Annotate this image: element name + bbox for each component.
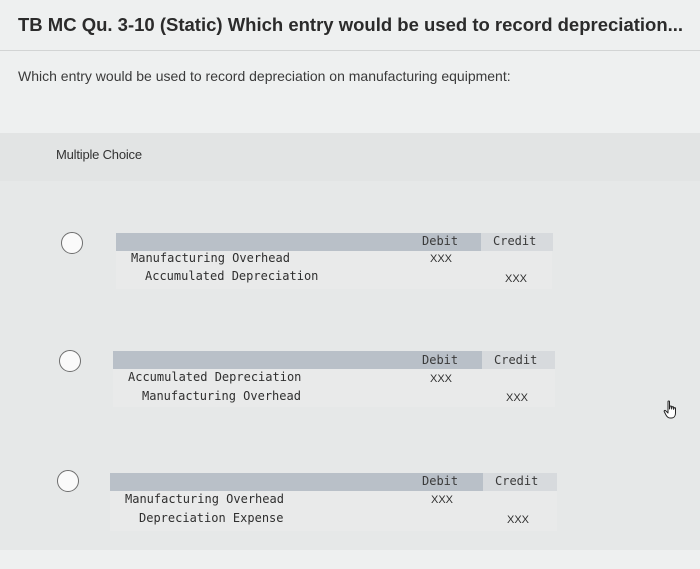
debit-header-3: Debit bbox=[422, 474, 459, 488]
entry-header-bar-1 bbox=[116, 233, 528, 251]
debit-account-1: Manufacturing Overhead bbox=[131, 251, 290, 265]
question-title: TB MC Qu. 3-10 (Static) Which entry woul… bbox=[18, 14, 684, 35]
divider bbox=[0, 50, 700, 51]
debit-account-2: Accumulated Depreciation bbox=[128, 370, 302, 384]
credit-header-2: Credit bbox=[494, 353, 538, 367]
entry-header-bar-3 bbox=[110, 473, 530, 491]
credit-header-1: Credit bbox=[493, 234, 537, 248]
debit-amount-2: XXX bbox=[430, 373, 453, 385]
credit-amount-2: XXX bbox=[506, 392, 529, 404]
choice-option-2[interactable]: Debit Credit Accumulated Depreciation XX… bbox=[0, 339, 700, 449]
credit-account-1: Accumulated Depreciation bbox=[145, 269, 319, 283]
question-text: Which entry would be used to record depr… bbox=[18, 68, 511, 84]
entry-header-bar-2 bbox=[113, 351, 530, 369]
credit-account-3: Depreciation Expense bbox=[139, 511, 284, 525]
debit-account-3: Manufacturing Overhead bbox=[125, 492, 284, 506]
radio-button-1[interactable] bbox=[61, 232, 83, 254]
multiple-choice-header: Multiple Choice bbox=[0, 133, 700, 181]
debit-header-2: Debit bbox=[422, 353, 459, 367]
debit-amount-3: XXX bbox=[431, 494, 454, 506]
credit-amount-1: XXX bbox=[505, 273, 528, 285]
hand-pointer-icon bbox=[663, 400, 676, 419]
choice-option-1[interactable]: Debit Credit Manufacturing Overhead XXX … bbox=[0, 221, 700, 331]
radio-button-2[interactable] bbox=[59, 350, 81, 372]
radio-button-3[interactable] bbox=[57, 470, 79, 492]
multiple-choice-panel: Multiple Choice Debit Credit Manufacturi… bbox=[0, 133, 700, 550]
credit-amount-3: XXX bbox=[507, 514, 530, 526]
multiple-choice-label: Multiple Choice bbox=[56, 147, 142, 162]
debit-amount-1: XXX bbox=[430, 253, 453, 265]
credit-header-3: Credit bbox=[495, 474, 539, 488]
debit-header-1: Debit bbox=[422, 234, 459, 248]
credit-account-2: Manufacturing Overhead bbox=[142, 389, 301, 403]
choice-option-3[interactable]: Debit Credit Manufacturing Overhead XXX … bbox=[0, 459, 700, 569]
